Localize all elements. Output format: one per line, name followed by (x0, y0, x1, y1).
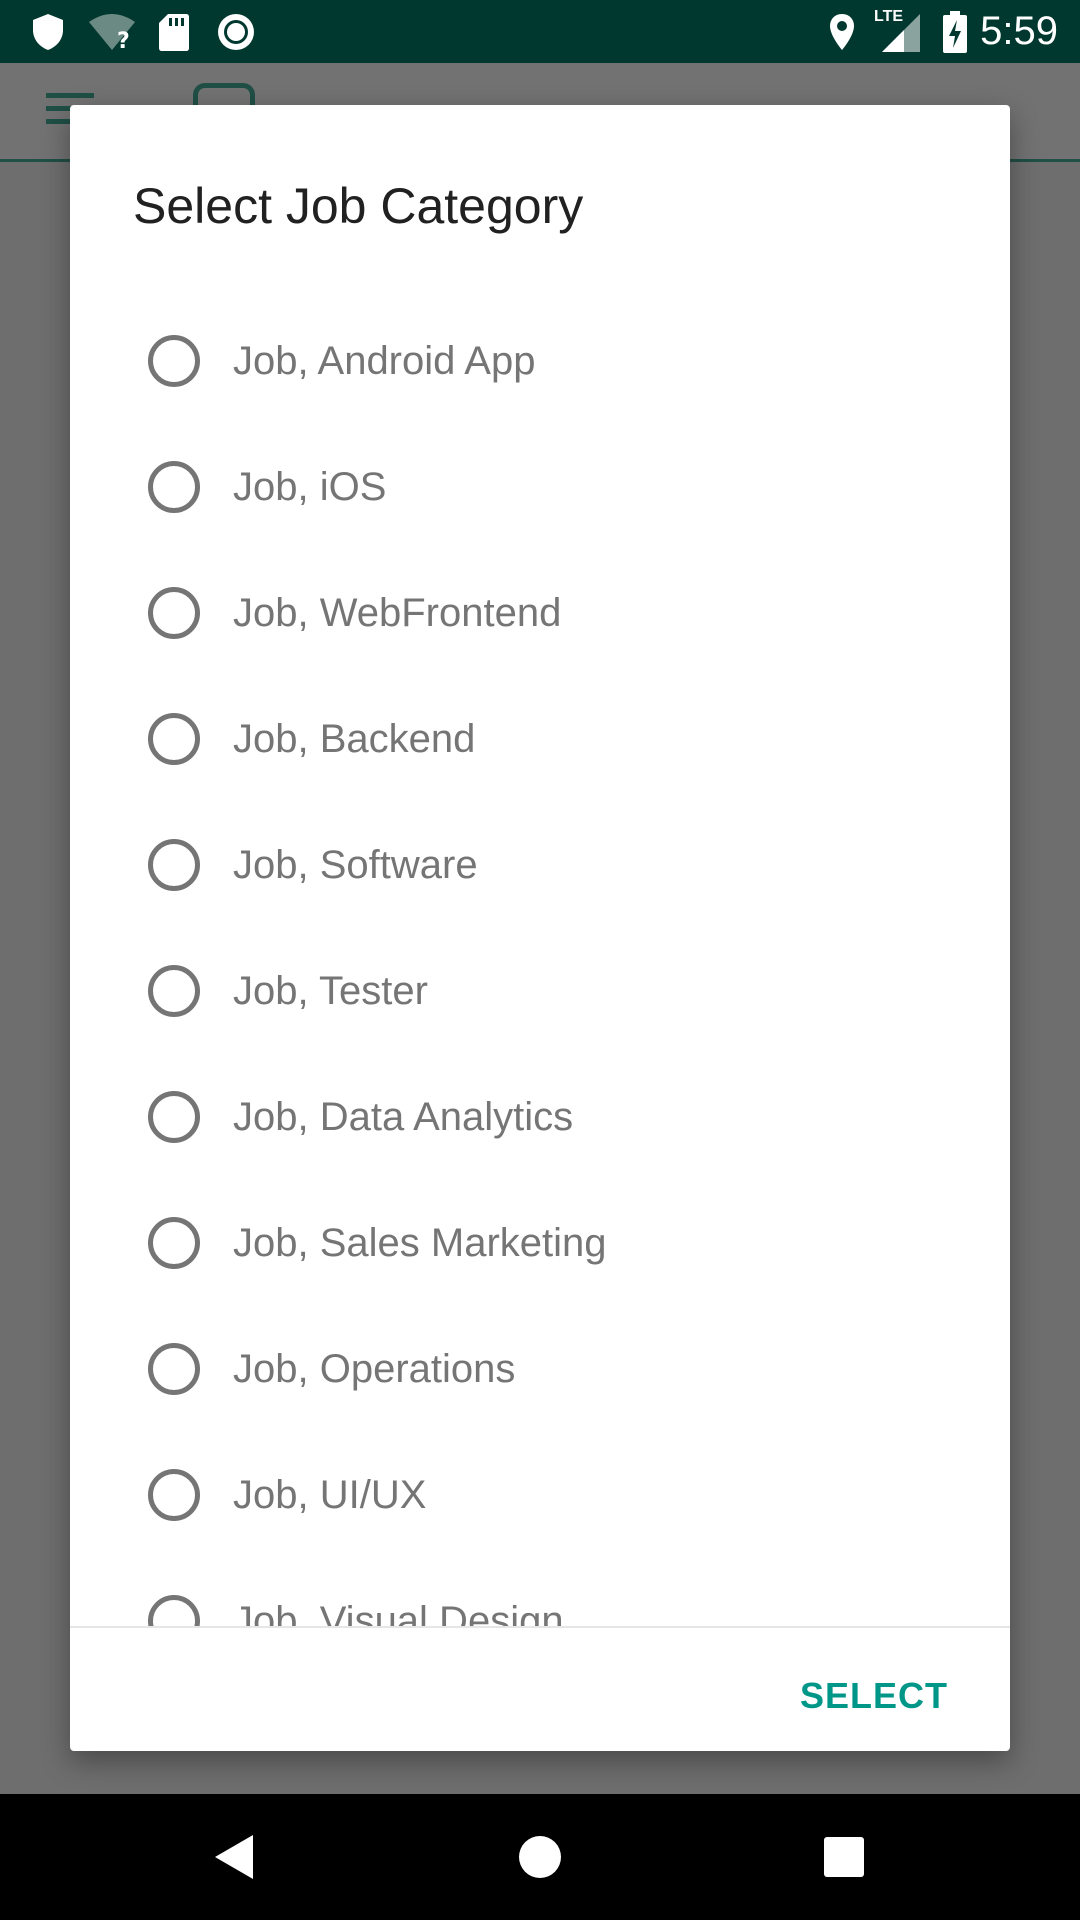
option-label: Job, Backend (233, 717, 476, 761)
radio-unchecked-icon[interactable] (148, 713, 200, 765)
sd-card-icon (156, 0, 192, 63)
dialog-divider (70, 1626, 1010, 1628)
option-list[interactable]: Job, Android App Job, iOS Job, WebFronte… (70, 295, 1010, 1626)
option-label: Job, Data Analytics (233, 1095, 574, 1139)
status-bar: ? LTE 5:59 (0, 0, 1080, 63)
option-label: Job, iOS (233, 465, 387, 509)
radio-unchecked-icon[interactable] (148, 1469, 200, 1521)
radio-unchecked-icon[interactable] (148, 335, 200, 387)
radio-unchecked-icon[interactable] (148, 587, 200, 639)
option-item-sales-marketing[interactable]: Job, Sales Marketing (70, 1177, 1010, 1303)
radio-unchecked-icon[interactable] (148, 1091, 200, 1143)
option-item-webfrontend[interactable]: Job, WebFrontend (70, 547, 1010, 673)
home-icon[interactable] (480, 1794, 600, 1920)
option-item-tester[interactable]: Job, Tester (70, 925, 1010, 1051)
option-label: Job, UI/UX (233, 1473, 427, 1517)
lte-label: LTE (874, 8, 904, 25)
radio-unchecked-icon[interactable] (148, 1217, 200, 1269)
navigation-bar (0, 1794, 1080, 1920)
radio-unchecked-icon[interactable] (148, 965, 200, 1017)
back-icon[interactable] (175, 1794, 295, 1920)
recents-icon[interactable] (784, 1794, 904, 1920)
option-item-ios[interactable]: Job, iOS (70, 421, 1010, 547)
option-label: Job, Android App (233, 339, 536, 383)
location-icon (825, 0, 859, 63)
job-category-dialog: Select Job Category Job, Android App Job… (70, 105, 1010, 1751)
circle-record-icon (215, 0, 257, 63)
dialog-title: Select Job Category (133, 178, 584, 234)
radio-unchecked-icon[interactable] (148, 839, 200, 891)
option-item-operations[interactable]: Job, Operations (70, 1303, 1010, 1429)
radio-unchecked-icon[interactable] (148, 461, 200, 513)
option-label: Job, Visual Design (233, 1599, 564, 1626)
status-time: 5:59 (980, 9, 1058, 53)
option-item-data-analytics[interactable]: Job, Data Analytics (70, 1051, 1010, 1177)
option-item-visual-design[interactable]: Job, Visual Design (70, 1555, 1010, 1626)
shield-icon (28, 0, 68, 63)
wifi-unknown-icon: ? (86, 0, 138, 63)
option-label: Job, WebFrontend (233, 591, 562, 635)
option-label: Job, Sales Marketing (233, 1221, 607, 1265)
radio-unchecked-icon[interactable] (148, 1595, 200, 1626)
option-label: Job, Tester (233, 969, 428, 1013)
option-item-ui-ux[interactable]: Job, UI/UX (70, 1429, 1010, 1555)
svg-text:?: ? (117, 29, 130, 52)
option-label: Job, Software (233, 843, 478, 887)
option-item-android-app[interactable]: Job, Android App (70, 295, 1010, 421)
select-button[interactable]: SELECT (788, 1665, 960, 1727)
option-item-software[interactable]: Job, Software (70, 799, 1010, 925)
option-item-backend[interactable]: Job, Backend (70, 673, 1010, 799)
radio-unchecked-icon[interactable] (148, 1343, 200, 1395)
battery-charging-icon (940, 0, 970, 63)
option-label: Job, Operations (233, 1347, 516, 1391)
